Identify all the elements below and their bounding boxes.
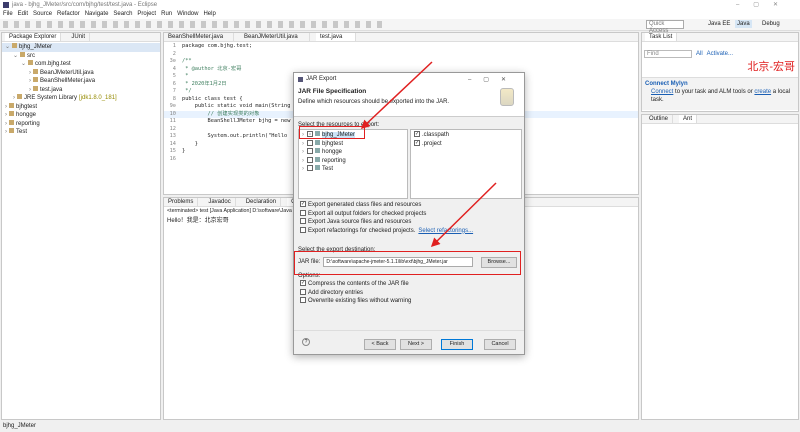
annotation-arrows	[360, 61, 497, 248]
arrow-to-jar-file	[430, 182, 497, 248]
arrow-to-project	[360, 61, 433, 130]
